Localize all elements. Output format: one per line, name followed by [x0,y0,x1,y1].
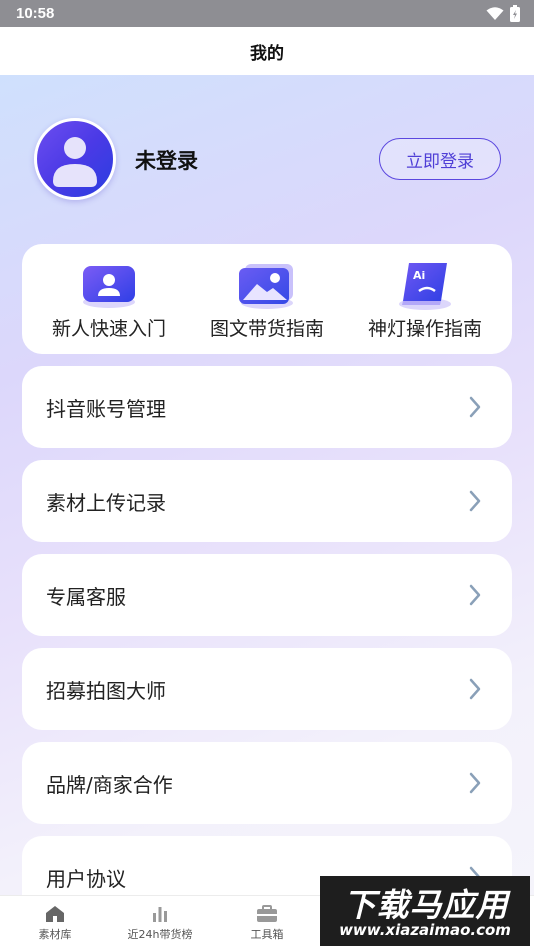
menu-label: 用户协议 [46,866,126,891]
profile-page: 未登录 立即登录 新人快速入门 图文带货指南 Ai 神灯操作指南 抖音账号管理 … [0,75,534,895]
tab-label: 近24h带货榜 [127,928,193,941]
nav-bar: 我的 [0,27,534,75]
menu-label: 素材上传记录 [46,490,166,515]
tab-toolbox[interactable]: 工具箱 [212,896,322,950]
menu-customer-service[interactable]: 专属客服 [22,554,512,636]
username: 未登录 [135,149,198,173]
guide-label: 神灯操作指南 [367,318,482,340]
svg-text:Ai: Ai [413,269,425,282]
menu-label: 抖音账号管理 [46,396,166,421]
home-icon [46,906,64,922]
chevron-right-icon [469,490,481,512]
default-user-icon [53,137,97,187]
menu-brand-cooperation[interactable]: 品牌/商家合作 [22,742,512,824]
status-time: 10:58 [16,5,55,22]
guide-label: 图文带货指南 [209,318,324,340]
menu-recruit-photographer[interactable]: 招募拍图大师 [22,648,512,730]
ai-book-icon: Ai [394,258,456,312]
chevron-right-icon [469,678,481,700]
status-bar: 10:58 [0,0,534,27]
user-card-icon [78,258,140,312]
chevron-right-icon [469,772,481,794]
guide-newcomer[interactable]: 新人快速入门 [34,258,184,341]
watermark-title: 下载马应用 [343,886,509,924]
guide-image-selling[interactable]: 图文带货指南 [192,258,342,341]
tab-24h-ranking[interactable]: 近24h带货榜 [105,896,215,950]
watermark-logo: 下载马应用 www.xiazaimao.com [320,876,530,946]
wifi-icon [486,6,504,20]
battery-icon [510,5,520,22]
guide-label: 新人快速入门 [51,318,166,340]
menu-label: 专属客服 [46,584,126,609]
guide-genie-operation[interactable]: Ai 神灯操作指南 [350,258,500,341]
guides-card: 新人快速入门 图文带货指南 Ai 神灯操作指南 [22,244,512,354]
tab-label: 工具箱 [250,928,284,941]
image-gallery-icon [236,258,298,312]
menu-upload-records[interactable]: 素材上传记录 [22,460,512,542]
status-icons [486,5,520,22]
menu-label: 招募拍图大师 [46,678,166,703]
menu-label: 品牌/商家合作 [46,772,173,797]
toolbox-icon [257,905,277,922]
bar-chart-icon [153,907,167,922]
chevron-right-icon [469,584,481,606]
page-title: 我的 [250,43,284,64]
login-button[interactable]: 立即登录 [379,138,501,180]
tab-material-library[interactable]: 素材库 [0,896,110,950]
watermark-url: www.xiazaimao.com [339,921,511,939]
avatar[interactable] [34,118,116,200]
tab-label: 素材库 [38,928,72,941]
chevron-right-icon [469,396,481,418]
menu-douyin-account[interactable]: 抖音账号管理 [22,366,512,448]
